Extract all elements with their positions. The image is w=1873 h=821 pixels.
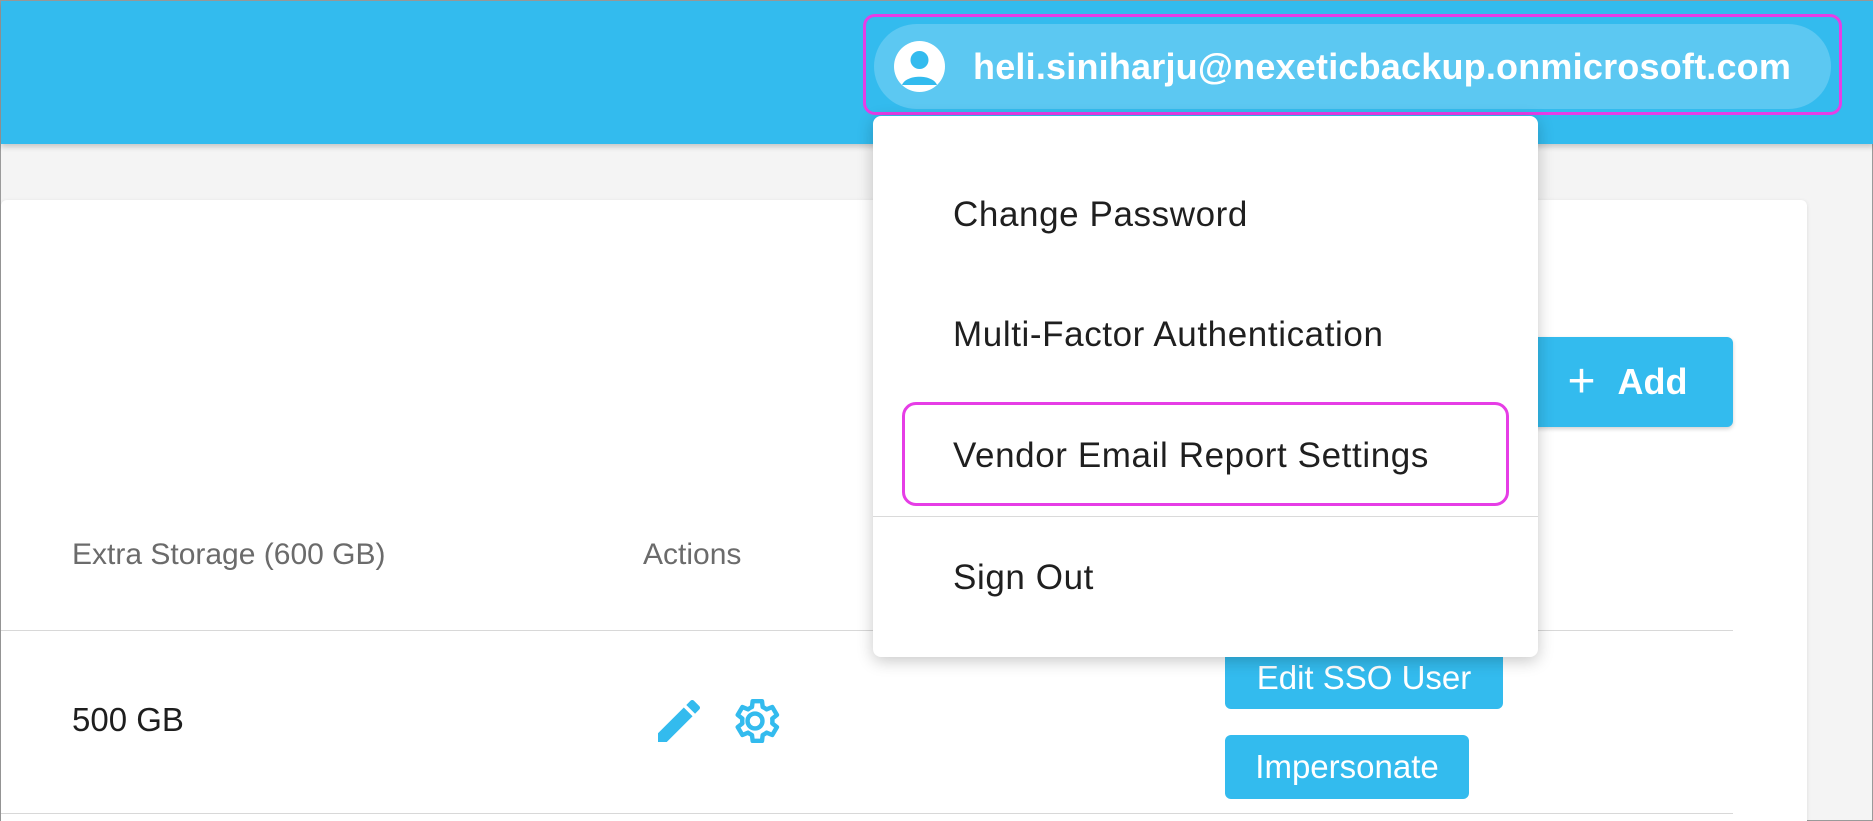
menu-item-vendor-email-report-settings[interactable]: Vendor Email Report Settings [873, 401, 1538, 511]
column-header-extra-storage: Extra Storage (600 GB) [72, 538, 386, 571]
impersonate-button[interactable]: Impersonate [1225, 735, 1469, 799]
account-circle-icon [894, 41, 945, 92]
menu-item-sign-out[interactable]: Sign Out [873, 523, 1538, 633]
user-dropdown-menu: Change Password Multi-Factor Authenticat… [873, 116, 1538, 657]
gear-icon[interactable] [727, 693, 783, 749]
table-row-divider [1, 813, 1733, 814]
column-header-actions: Actions [643, 538, 742, 571]
user-email: heli.siniharju@nexeticbackup.onmicrosoft… [973, 45, 1792, 87]
menu-divider [873, 516, 1538, 517]
add-button[interactable]: + Add [1522, 337, 1733, 427]
plus-icon: + [1567, 355, 1596, 408]
extra-storage-cell: 500 GB [72, 701, 184, 738]
menu-item-change-password[interactable]: Change Password [873, 160, 1538, 270]
pencil-icon[interactable] [651, 693, 707, 749]
user-account-button[interactable]: heli.siniharju@nexeticbackup.onmicrosoft… [874, 24, 1831, 109]
add-button-label: Add [1617, 361, 1688, 402]
menu-item-multi-factor-authentication[interactable]: Multi-Factor Authentication [873, 280, 1538, 390]
